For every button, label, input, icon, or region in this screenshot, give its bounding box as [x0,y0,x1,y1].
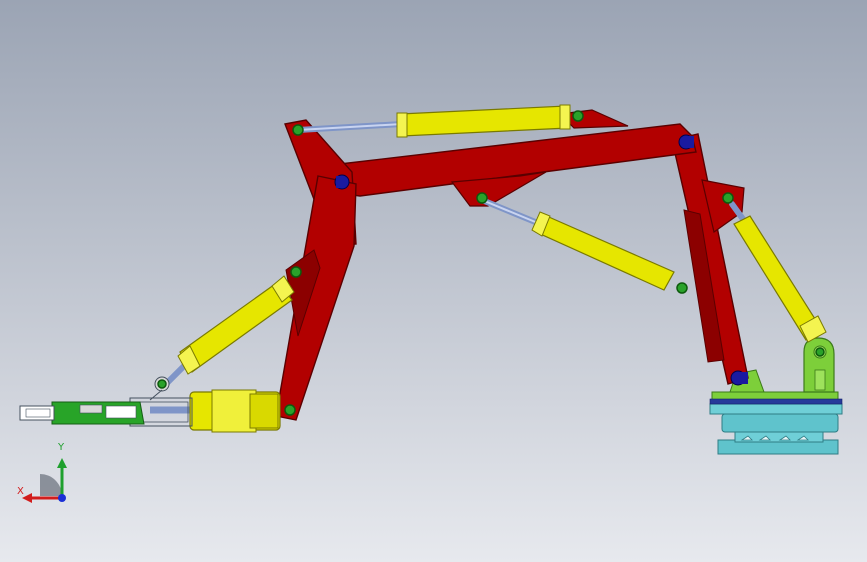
y-axis-label: Y [58,442,65,453]
robot-arm-model[interactable] [0,0,867,562]
base-assembly[interactable] [709,391,843,455]
middle-hydraulic-cylinder[interactable] [479,197,675,291]
coordinate-triad-icon: X Y [14,442,74,506]
base-hydraulic-cylinder[interactable] [729,201,827,343]
cylinder-mount-bracket[interactable] [803,337,835,393]
cad-viewport[interactable]: X Y [0,0,867,562]
top-hydraulic-cylinder[interactable] [295,104,571,138]
wrist-hydraulic-cylinder[interactable] [161,275,295,389]
x-axis-label: X [17,486,24,497]
main-boom[interactable] [671,133,749,385]
dipper-arm[interactable] [275,119,357,421]
